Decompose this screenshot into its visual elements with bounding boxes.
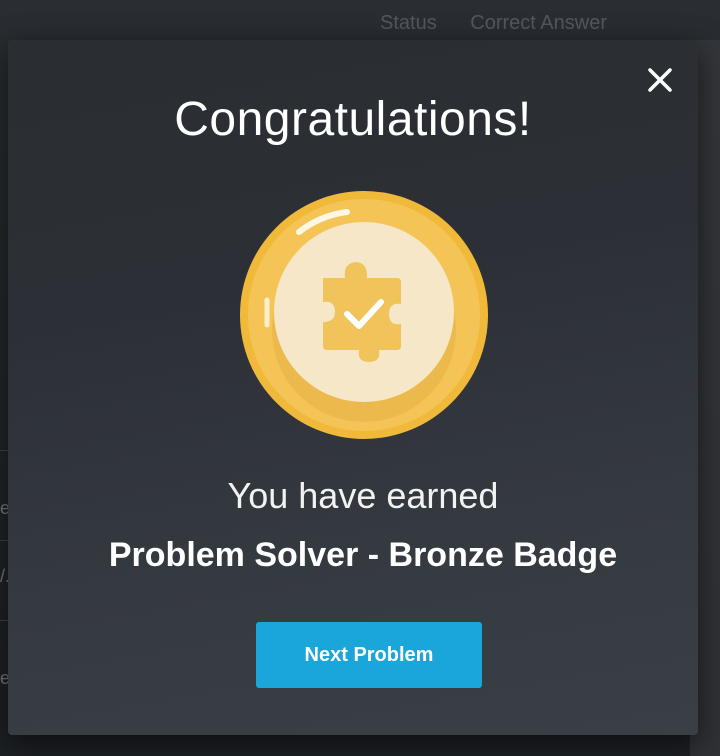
close-icon (648, 68, 672, 92)
congratulations-modal: Congratulations! You have earned Problem… (8, 40, 698, 735)
next-problem-button[interactable]: Next Problem (256, 622, 482, 688)
puzzle-piece-check-icon (240, 191, 488, 439)
modal-title: Congratulations! (174, 93, 532, 146)
badge-name: Problem Solver - Bronze Badge (108, 536, 618, 574)
background-header-status: Status (380, 12, 437, 34)
earned-text: You have earned (227, 475, 499, 516)
background-header-correct-answer: Correct Answer (470, 12, 607, 34)
